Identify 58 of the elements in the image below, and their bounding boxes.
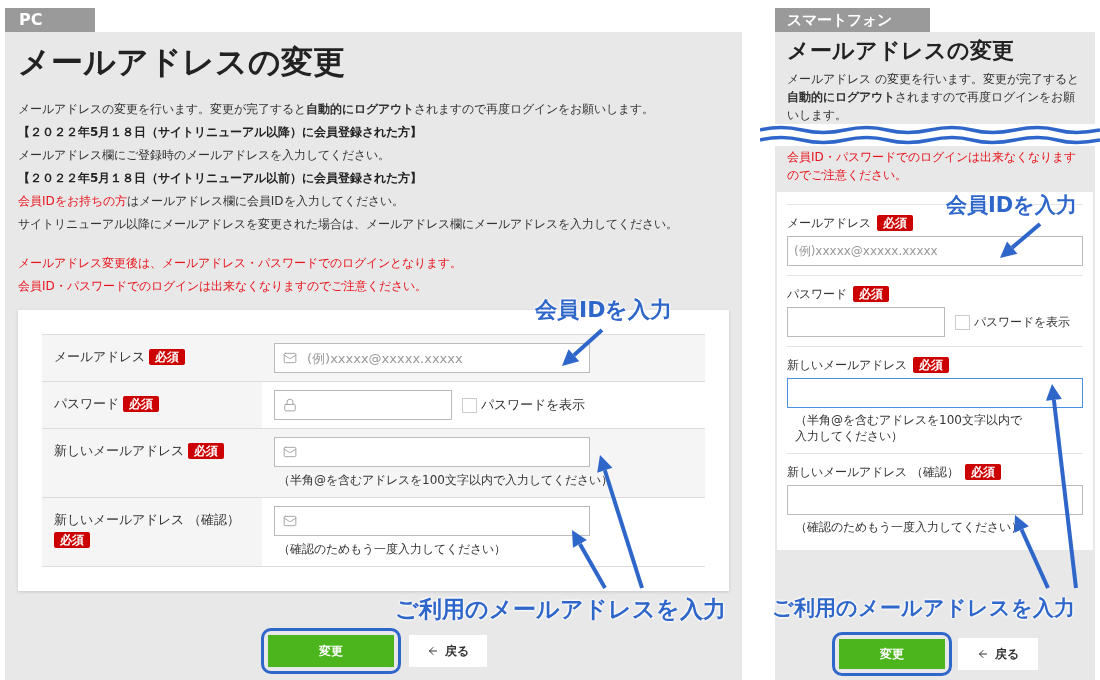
required-badge: 必須 xyxy=(188,443,224,459)
back-button[interactable]: 戻る xyxy=(958,638,1038,670)
required-badge: 必須 xyxy=(54,531,90,548)
page-title: メールアドレスの変更 xyxy=(787,37,1015,65)
intro-text: サイトリニューアル以降にメールアドレスを変更された場合は、メールアドレス欄にメールアドレスを入力してください。 xyxy=(18,216,679,233)
field-label: パスワード xyxy=(787,286,847,303)
section-heading: 【２０２２年5月１８日（サイトリニューアル以前）に会員登録された方】 xyxy=(18,170,424,187)
callout-arrow xyxy=(1000,222,1042,258)
arrow-left-icon xyxy=(977,648,989,660)
checkbox-label: パスワードを表示 xyxy=(974,314,1070,331)
mail-icon xyxy=(283,351,297,365)
notice-text: メールアドレス変更後は、メールアドレス・パスワードでのログインとなります。 xyxy=(18,255,462,272)
callout-text: 会員IDを入力 xyxy=(946,192,1078,219)
password-field[interactable] xyxy=(274,390,452,420)
required-badge: 必須 xyxy=(964,464,1001,480)
notice-text: 会員ID・パスワードでのログインは出来なくなりますのでご注意ください。 xyxy=(787,149,1077,184)
field-label: 新しいメールアドレス xyxy=(54,443,184,458)
required-badge: 必須 xyxy=(913,357,949,373)
email-field[interactable] xyxy=(274,437,590,467)
required-badge: 必須 xyxy=(123,396,159,412)
email-field[interactable]: (例)xxxxx@xxxxx.xxxxx xyxy=(787,236,1083,266)
page-title: メールアドレスの変更 xyxy=(18,42,346,83)
back-button[interactable]: 戻る xyxy=(408,635,487,667)
section-heading: 【２０２２年5月１８日（サイトリニューアル以降）に会員登録された方】 xyxy=(18,124,424,141)
email-field[interactable] xyxy=(787,485,1083,515)
arrow-left-icon xyxy=(426,645,439,657)
required-badge: 必須 xyxy=(853,286,889,302)
callout-text: ご利用のメールアドレスを入力 xyxy=(395,595,726,624)
intro-text: メールアドレス欄にご登録時のメールアドレスを入力してください。 xyxy=(18,147,391,164)
email-field[interactable]: (例)xxxxx@xxxxx.xxxxx xyxy=(274,343,590,373)
mail-icon xyxy=(283,514,297,528)
field-hint: （確認のためもう一度入力してください） xyxy=(277,541,506,558)
callout-arrow xyxy=(562,328,604,366)
field-label: メールアドレス xyxy=(787,215,871,232)
field-hint: （半角@を含むアドレスを100文字以内で入力してください） xyxy=(794,412,1023,444)
callout-text: ご利用のメールアドレスを入力 xyxy=(772,595,1075,622)
required-badge: 必須 xyxy=(149,349,185,365)
checkbox[interactable] xyxy=(462,397,477,413)
intro-text: メールアドレスの変更を行います。変更が完了すると自動的にログアウトされますので再度ログインをお願いします。 xyxy=(18,101,655,118)
field-hint: （半角@を含むアドレスを100文字以内で入力してください） xyxy=(277,472,613,489)
field-hint: （確認のためもう一度入力してください） xyxy=(794,519,1024,535)
field-label: パスワード xyxy=(54,396,119,411)
checkbox-label: パスワードを表示 xyxy=(481,396,585,415)
intro-text: 会員IDをお持ちの方はメールアドレス欄に会員IDを入力してください。 xyxy=(18,193,404,210)
checkbox[interactable] xyxy=(955,314,970,330)
callout-text: 会員IDを入力 xyxy=(535,296,673,324)
email-field[interactable] xyxy=(274,506,590,536)
mail-icon xyxy=(283,445,297,459)
field-label: 新しいメールアドレス （確認） xyxy=(787,464,959,481)
field-label: メールアドレス xyxy=(54,349,145,364)
required-badge: 必須 xyxy=(877,215,913,231)
lock-icon xyxy=(283,398,297,412)
notice-text: 会員ID・パスワードでのログインは出来なくなりますのでご注意ください。 xyxy=(18,278,427,295)
intro-text: メールアドレス の変更を行います。変更が完了すると自動的にログアウトされますので再度ログインをお願いします。 xyxy=(787,71,1080,124)
field-label: 新しいメールアドレス xyxy=(787,357,907,374)
field-label: 新しいメールアドレス （確認） xyxy=(54,512,241,527)
password-field[interactable] xyxy=(787,307,945,337)
email-field[interactable] xyxy=(787,378,1083,408)
